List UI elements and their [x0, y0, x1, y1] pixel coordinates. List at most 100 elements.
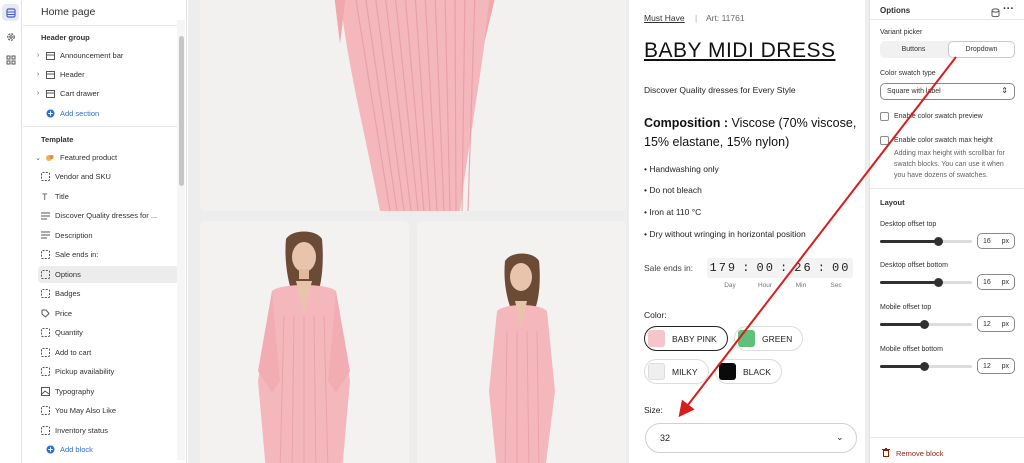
block-label: Title: [55, 191, 69, 201]
swatch-max-height-checkbox[interactable]: [880, 136, 889, 145]
care-text: Handwashing only: [649, 164, 719, 174]
block-item[interactable]: Typography: [38, 383, 179, 400]
remove-block-button[interactable]: Remove block: [882, 448, 944, 459]
timer-sep: :: [742, 261, 752, 275]
block-settings-panel: Options ··· Variant picker Buttons Dropd…: [869, 0, 1024, 463]
plus-circle-icon: [43, 108, 57, 120]
offset-label: Mobile offset bottom: [880, 346, 943, 353]
chevron-right-icon[interactable]: ›: [33, 52, 43, 59]
section-cart-drawer[interactable]: › Cart drawer: [33, 85, 179, 102]
size-select[interactable]: 32 ⌄: [645, 423, 857, 453]
block-item[interactable]: You May Also Like: [38, 402, 179, 419]
chevron-right-icon[interactable]: ›: [33, 90, 43, 97]
divider: [870, 437, 1024, 438]
paragraph-icon: [38, 229, 52, 241]
add-section-label: Add section: [60, 109, 100, 118]
care-list-item: • Handwashing only: [644, 164, 719, 174]
template-heading: Template: [41, 135, 74, 144]
sections-icon[interactable]: [2, 4, 19, 21]
offset-input[interactable]: 16 px: [977, 233, 1015, 249]
section-header[interactable]: › Header: [33, 66, 179, 83]
block-item[interactable]: Quantity: [38, 324, 179, 341]
product-image-side[interactable]: [417, 221, 626, 463]
panel-scrollbar-thumb[interactable]: [179, 36, 184, 186]
add-block-label: Add block: [60, 445, 93, 454]
offset-unit: px: [1001, 320, 1009, 328]
slider-knob[interactable]: [933, 278, 943, 287]
offset-input[interactable]: 12 px: [977, 316, 1015, 332]
offset-slider[interactable]: [880, 320, 972, 329]
chevron-down-icon[interactable]: ⌄: [33, 154, 43, 162]
block-item[interactable]: T Title: [38, 188, 179, 205]
divider: [870, 19, 1024, 20]
gear-icon[interactable]: [2, 28, 19, 45]
color-swatch[interactable]: BLACK: [715, 359, 782, 384]
swatch-type-select[interactable]: Square with label ⇕: [880, 83, 1015, 100]
offset-input[interactable]: 16 px: [977, 274, 1015, 290]
color-label: Color:: [644, 310, 667, 320]
swatch-type-label: Color swatch type: [880, 70, 936, 77]
section-featured-product[interactable]: ⌄ Featured product: [33, 149, 179, 166]
block-item[interactable]: Description: [38, 227, 179, 244]
vendor-link[interactable]: Must Have: [644, 13, 685, 23]
block-label: Vendor and SKU: [55, 172, 111, 181]
sku-text: Art: 11761: [706, 13, 745, 23]
composition-label: Composition :: [644, 116, 729, 130]
block-item[interactable]: Badges: [38, 285, 179, 302]
swatch-preview-checkbox[interactable]: [880, 112, 889, 121]
color-swatch[interactable]: BABY PINK: [644, 326, 728, 351]
timer-label-min: Min: [795, 282, 807, 289]
more-icon[interactable]: ···: [1003, 3, 1014, 15]
block-item[interactable]: Discover Quality dresses for ...: [38, 207, 179, 224]
swatch-chip: [648, 330, 665, 347]
swatch-chip: [648, 363, 665, 380]
swatch-label: GREEN: [762, 333, 793, 344]
price-tag-icon: [38, 307, 52, 319]
offset-slider[interactable]: [880, 237, 972, 246]
block-item[interactable]: Options: [38, 265, 179, 283]
block-item[interactable]: Pickup availability: [38, 363, 179, 380]
apps-icon[interactable]: [2, 51, 19, 68]
slider-knob[interactable]: [933, 237, 943, 246]
block-item[interactable]: Inventory status: [38, 422, 179, 439]
block-item[interactable]: Vendor and SKU: [38, 168, 179, 185]
variant-picker-label: Variant picker: [880, 29, 923, 36]
slider-fill: [880, 240, 938, 243]
slider-knob[interactable]: [920, 362, 930, 371]
section-announcement-bar[interactable]: › Announcement bar: [33, 47, 179, 64]
help-text-line: Adding max height with scrollbar for: [894, 150, 1005, 157]
composition-text: Composition : Viscose (70% viscose, 15% …: [644, 114, 856, 152]
buttons-option[interactable]: Buttons: [880, 41, 947, 58]
slider-knob[interactable]: [920, 320, 930, 329]
database-icon[interactable]: [991, 5, 1000, 23]
swatch-preview-label: Enable color swatch preview: [894, 113, 983, 120]
add-section-button[interactable]: Add section: [33, 105, 179, 122]
timer-label-hour: Hour: [757, 282, 773, 289]
divider: [23, 25, 177, 26]
block-item[interactable]: Price: [38, 305, 179, 322]
sections-panel: Home page Header group › Announcement ba…: [23, 0, 187, 463]
offset-slider[interactable]: [880, 278, 972, 287]
color-swatch[interactable]: MILKY: [644, 359, 709, 384]
dropdown-option[interactable]: Dropdown: [948, 41, 1015, 58]
product-title: BABY MIDI DRESS: [644, 39, 836, 62]
product-image-front[interactable]: [200, 221, 409, 463]
swatch-chip: [738, 330, 755, 347]
offset-input[interactable]: 12 px: [977, 358, 1015, 374]
offset-unit: px: [1001, 278, 1009, 286]
color-swatch[interactable]: GREEN: [734, 326, 804, 351]
block-icon: [38, 288, 52, 300]
block-item[interactable]: Add to cart: [38, 344, 179, 361]
product-tagline: Discover Quality dresses for Every Style: [644, 85, 796, 95]
offset-slider[interactable]: [880, 362, 972, 371]
add-block-button[interactable]: Add block: [43, 441, 189, 458]
block-item[interactable]: Sale ends in:: [38, 246, 179, 263]
block-icon: [38, 405, 52, 417]
chevron-right-icon[interactable]: ›: [33, 71, 43, 78]
block-label: Description: [55, 230, 93, 240]
product-image-main[interactable]: [200, 0, 626, 211]
offset-unit: px: [1001, 362, 1009, 370]
block-icon: [38, 366, 52, 378]
remove-block-label: Remove block: [896, 449, 944, 458]
block-label: Inventory status: [55, 425, 108, 435]
